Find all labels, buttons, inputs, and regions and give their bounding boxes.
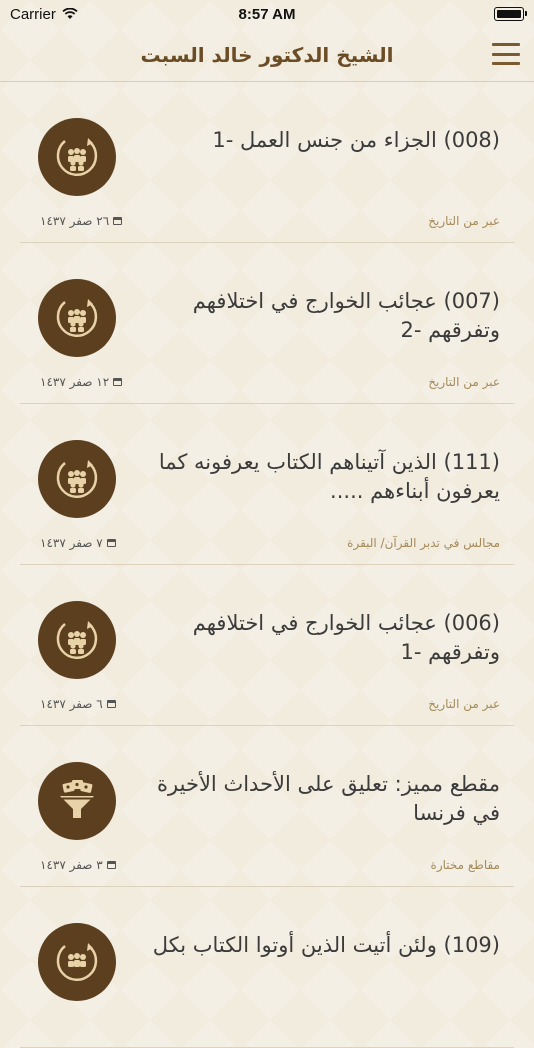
hamburger-icon-bar xyxy=(492,62,520,65)
list-item[interactable]: (007) عجائب الخوارج في اختلافهم وتفرقهم … xyxy=(20,243,514,404)
calendar-icon xyxy=(113,217,123,225)
item-title: (008) الجزاء من جنس العمل -1 xyxy=(212,128,500,152)
audience-cycle-icon xyxy=(38,440,116,518)
calendar-icon xyxy=(113,378,123,386)
item-date: ٢٦ صفر ١٤٣٧ xyxy=(40,214,123,228)
menu-button[interactable] xyxy=(492,43,520,65)
status-time: 8:57 AM xyxy=(238,5,296,23)
item-date: ١٢ صفر ١٤٣٧ xyxy=(40,375,123,389)
nav-bar: الشيخ الدكتور خالد السبت xyxy=(0,28,534,82)
item-date-text: ١٢ صفر ١٤٣٧ xyxy=(40,375,110,389)
item-date: ٣ صفر ١٤٣٧ xyxy=(40,858,116,872)
lecture-list: (008) الجزاء من جنس العمل -1 عبر من التا… xyxy=(0,82,534,1048)
status-bar: Carrier 8:57 AM xyxy=(0,0,534,28)
list-item[interactable]: (008) الجزاء من جنس العمل -1 عبر من التا… xyxy=(20,82,514,243)
item-title: (111) الذين آتيناهم الكتاب يعرفونه كما ي… xyxy=(158,450,500,503)
item-date: ٧ صفر ١٤٣٧ xyxy=(40,536,116,550)
hamburger-icon-bar xyxy=(492,43,520,46)
audience-cycle-icon xyxy=(38,118,116,196)
list-item[interactable]: (006) عجائب الخوارج في اختلافهم وتفرقهم … xyxy=(20,565,514,726)
calendar-icon xyxy=(106,861,116,869)
audience-cycle-icon xyxy=(38,601,116,679)
item-title: (109) ولئن أتيت الذين أوتوا الكتاب بكل xyxy=(152,933,500,957)
item-date-text: ٦ صفر ١٤٣٧ xyxy=(40,697,103,711)
item-title: (007) عجائب الخوارج في اختلافهم وتفرقهم … xyxy=(192,289,500,342)
audience-cycle-icon xyxy=(38,923,116,1001)
item-category: مقاطع مختارة xyxy=(430,858,500,872)
item-category: عبر من التاريخ xyxy=(428,375,500,389)
battery-icon xyxy=(494,7,527,21)
item-date-text: ٧ صفر ١٤٣٧ xyxy=(40,536,103,550)
item-category: عبر من التاريخ xyxy=(428,697,500,711)
hamburger-icon-bar xyxy=(492,52,520,56)
funnel-clips-icon xyxy=(38,762,116,840)
item-title: مقطع مميز: تعليق على الأحداث الأخيرة في … xyxy=(157,772,500,825)
item-category: مجالس في تدبر القرآن/ البقرة xyxy=(347,536,500,550)
item-date-text: ٣ صفر ١٤٣٧ xyxy=(40,858,103,872)
item-category: عبر من التاريخ xyxy=(428,214,500,228)
calendar-icon xyxy=(106,539,116,547)
calendar-icon xyxy=(106,700,116,708)
page-title: الشيخ الدكتور خالد السبت xyxy=(140,42,394,67)
list-item[interactable]: (109) ولئن أتيت الذين أوتوا الكتاب بكل xyxy=(20,887,514,1048)
list-item[interactable]: مقطع مميز: تعليق على الأحداث الأخيرة في … xyxy=(20,726,514,887)
list-item[interactable]: (111) الذين آتيناهم الكتاب يعرفونه كما ي… xyxy=(20,404,514,565)
item-title: (006) عجائب الخوارج في اختلافهم وتفرقهم … xyxy=(192,611,500,664)
item-date-text: ٢٦ صفر ١٤٣٧ xyxy=(40,214,110,228)
item-date: ٦ صفر ١٤٣٧ xyxy=(40,697,116,711)
audience-cycle-icon xyxy=(38,279,116,357)
